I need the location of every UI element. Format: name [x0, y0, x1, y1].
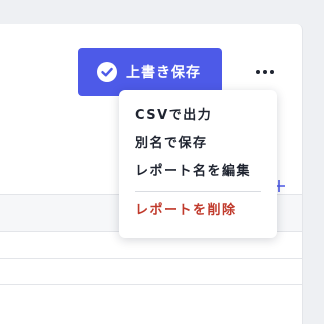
- menu-divider: [135, 191, 261, 192]
- more-horizontal-icon[interactable]: [252, 60, 278, 84]
- overwrite-save-label: 上書き保存: [126, 65, 201, 81]
- table-row-divider: [0, 284, 302, 285]
- menu-item-rename-report[interactable]: レポート名を編集: [135, 161, 251, 183]
- menu-item-delete-report[interactable]: レポートを削除: [135, 200, 237, 222]
- menu-item-save-as[interactable]: 別名で保存: [135, 133, 208, 155]
- table-row-divider: [0, 258, 302, 259]
- check-circle-icon: [96, 61, 118, 83]
- menu-item-export-csv[interactable]: CSVで出力: [135, 105, 212, 127]
- overwrite-save-button[interactable]: 上書き保存: [78, 48, 222, 96]
- report-actions-menu: CSVで出力 別名で保存 レポート名を編集 レポートを削除: [119, 90, 277, 238]
